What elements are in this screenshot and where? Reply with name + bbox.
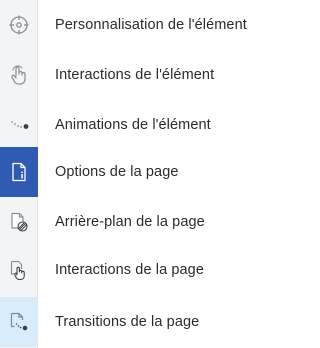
- menu-item-page-transitions[interactable]: Transitions de la page: [0, 297, 300, 347]
- icon-cell: [0, 197, 38, 247]
- menu-item-label: Interactions de l'élément: [55, 67, 215, 83]
- icon-cell: [0, 245, 38, 295]
- icon-cell: [0, 147, 38, 197]
- menu-item-label: Transitions de la page: [55, 314, 200, 330]
- side-menu: Personnalisation de l'élément Interactio…: [0, 0, 300, 348]
- icon-cell: [0, 100, 38, 150]
- page-background-icon: [11, 212, 28, 232]
- menu-item-label: Options de la page: [55, 164, 179, 180]
- menu-item-label: Interactions de la page: [55, 262, 205, 278]
- icon-cell: [0, 0, 38, 50]
- icon-cell: [0, 297, 38, 347]
- page-transition-icon: [10, 312, 28, 331]
- hand-pointer-icon: [11, 65, 26, 85]
- icon-cell: [0, 50, 38, 100]
- menu-item-page-interactions[interactable]: Interactions de la page: [0, 245, 300, 295]
- page-hand-icon: [10, 260, 25, 281]
- motion-path-icon: [11, 121, 29, 129]
- menu-item-label: Personnalisation de l'élément: [55, 17, 247, 33]
- page-info-icon: [12, 162, 26, 182]
- menu-item-page-options[interactable]: Options de la page: [0, 147, 300, 197]
- menu-item-element-customization[interactable]: Personnalisation de l'élément: [0, 0, 300, 50]
- menu-item-label: Animations de l'élément: [55, 117, 211, 133]
- menu-item-label: Arrière-plan de la page: [55, 214, 205, 230]
- crosshair-icon: [9, 15, 29, 35]
- menu-item-element-animations[interactable]: Animations de l'élément: [0, 100, 300, 150]
- menu-item-element-interactions[interactable]: Interactions de l'élément: [0, 50, 300, 100]
- menu-item-page-background[interactable]: Arrière-plan de la page: [0, 197, 300, 247]
